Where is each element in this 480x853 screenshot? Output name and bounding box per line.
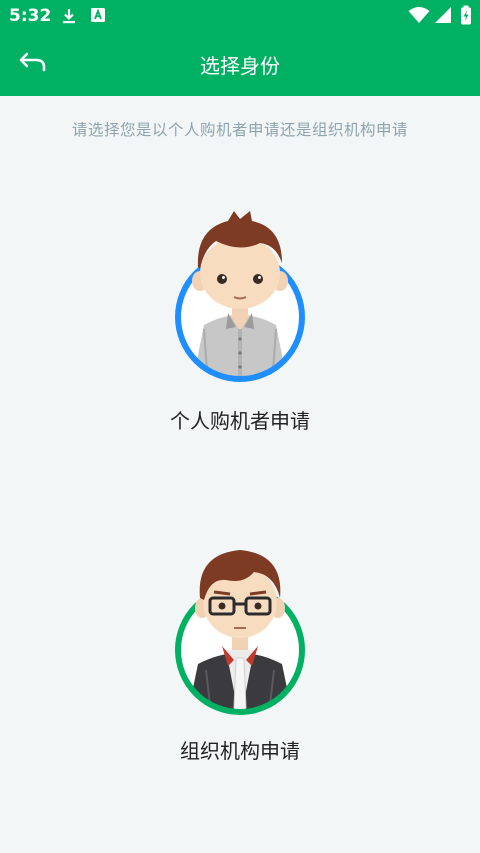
organization-applicant-option[interactable]: 组织机构申请 [120, 538, 360, 768]
app-bar: 选择身份 [0, 32, 480, 96]
individual-option-label: 个人购机者申请 [170, 409, 310, 433]
header-bar: 5:32 选择身份 [0, 0, 480, 96]
page-title: 选择身份 [200, 54, 280, 78]
font-a-icon [90, 7, 106, 27]
organization-option-label: 组织机构申请 [180, 739, 300, 763]
instruction-text: 请选择您是以个人购机者申请还是组织机构申请 [71, 121, 408, 139]
status-bar: 5:32 [0, 0, 480, 32]
download-icon [60, 7, 78, 29]
signal-icon [434, 6, 452, 28]
organization-avatar [170, 538, 310, 722]
individual-applicant-option[interactable]: 个人购机者申请 [120, 205, 360, 445]
battery-icon [460, 5, 472, 29]
wifi-icon [408, 6, 430, 28]
individual-avatar [170, 205, 310, 389]
status-time: 5:32 [9, 6, 52, 26]
